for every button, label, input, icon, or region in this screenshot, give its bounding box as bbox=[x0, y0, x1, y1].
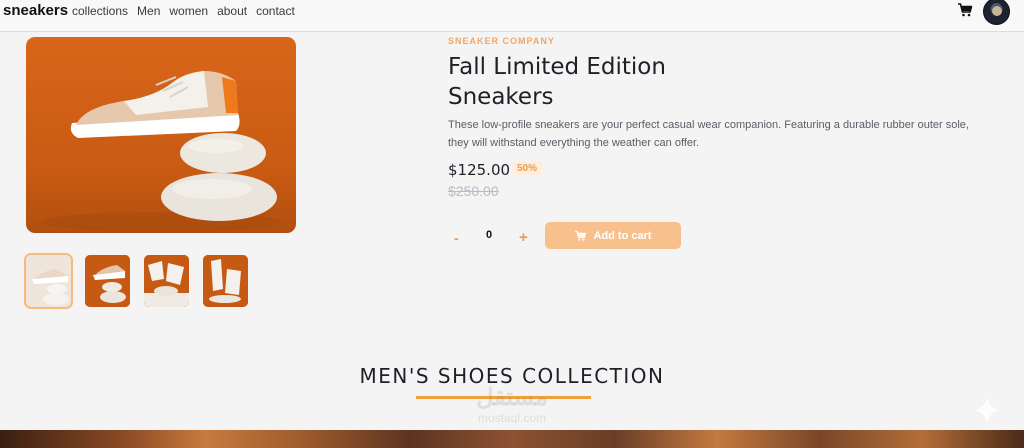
product-main-image[interactable] bbox=[26, 37, 296, 233]
original-price: $250.00 bbox=[448, 183, 499, 199]
decrease-quantity-button[interactable]: - bbox=[454, 230, 459, 246]
nav-link-men[interactable]: Men bbox=[137, 4, 160, 18]
thumbnail-2[interactable] bbox=[85, 255, 130, 307]
sparkle-icon bbox=[974, 397, 1000, 423]
collection-banner-image bbox=[0, 430, 1024, 448]
discount-badge: 50% bbox=[511, 162, 544, 175]
thumbnail-4[interactable] bbox=[203, 255, 248, 307]
watermark-arabic: مستقل bbox=[476, 384, 548, 411]
nav-link-contact[interactable]: contact bbox=[256, 4, 295, 18]
quantity-value: 0 bbox=[486, 229, 493, 241]
company-name: SNEAKER COMPANY bbox=[448, 36, 555, 46]
product-title-line-1: Fall Limited Edition bbox=[448, 54, 666, 80]
navbar: sneakers collections Men women about con… bbox=[0, 0, 1024, 32]
add-to-cart-label: Add to cart bbox=[593, 229, 652, 242]
current-price: $125.00 bbox=[448, 161, 511, 179]
cart-icon[interactable] bbox=[957, 2, 973, 18]
thumbnail-3[interactable] bbox=[144, 255, 189, 307]
nav-links: collections Men women about contact bbox=[72, 4, 295, 18]
product-title: Fall Limited Edition Sneakers bbox=[448, 52, 708, 112]
sneaker-on-stones-image bbox=[41, 71, 281, 232]
quantity-stepper: - 0 + bbox=[448, 222, 538, 249]
product-description: These low-profile sneakers are your perf… bbox=[448, 119, 969, 149]
watermark: مستقل mostaql.com bbox=[452, 384, 572, 426]
cart-icon bbox=[575, 230, 587, 241]
thumbnail-1[interactable] bbox=[24, 253, 73, 309]
add-to-cart-button[interactable]: Add to cart bbox=[545, 222, 681, 249]
brand-logo[interactable]: sneakers bbox=[3, 2, 68, 19]
thumbnail-list bbox=[24, 253, 248, 309]
product-title-line-2: Sneakers bbox=[448, 84, 554, 110]
increase-quantity-button[interactable]: + bbox=[519, 229, 528, 246]
nav-link-about[interactable]: about bbox=[217, 4, 247, 18]
nav-link-collections[interactable]: collections bbox=[72, 4, 128, 18]
avatar[interactable] bbox=[983, 0, 1010, 25]
watermark-latin: mostaql.com bbox=[477, 411, 547, 425]
nav-link-women[interactable]: women bbox=[169, 4, 208, 18]
